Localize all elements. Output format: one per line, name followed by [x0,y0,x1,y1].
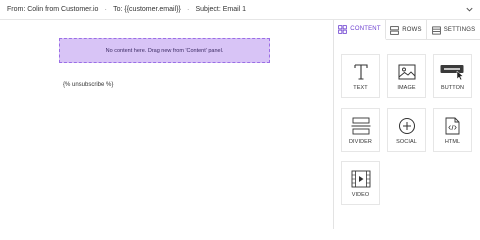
tab-rows[interactable]: ROWS [386,20,427,40]
button-icon [440,65,464,80]
block-html[interactable]: HTML [433,108,472,152]
text-icon [353,64,368,80]
block-label: BUTTON [440,85,465,91]
panel-tabs: CONTENT ROWS SETTINGS [334,20,480,40]
block-button[interactable]: BUTTON [433,54,472,98]
block-divider[interactable]: DIVIDER [341,108,380,152]
content-panel: CONTENT ROWS SETTINGS TEXT IMAGE BUTTON … [334,20,480,229]
block-label: SOCIAL [396,139,417,145]
email-canvas[interactable]: No content here. Drag new from 'Content'… [0,20,333,229]
video-icon [351,170,370,188]
block-text[interactable]: TEXT [341,54,380,98]
image-icon [398,64,415,80]
block-image[interactable]: IMAGE [387,54,426,98]
subject-field[interactable]: Subject: Email 1 [195,6,246,13]
tab-content[interactable]: CONTENT [334,20,386,40]
tab-settings-label: SETTINGS [443,27,476,33]
separator: · [186,4,190,14]
email-header-bar: From: Colin from Customer.io · To: {{cus… [0,0,480,20]
empty-dropzone[interactable]: No content here. Drag new from 'Content'… [59,38,270,63]
tab-content-label: CONTENT [350,26,381,32]
separator: · [104,4,108,14]
social-icon [398,118,415,134]
chevron-down-icon[interactable] [465,5,474,14]
block-social[interactable]: SOCIAL [387,108,426,152]
divider-icon [351,117,370,135]
block-label: VIDEO [351,192,370,198]
from-field[interactable]: From: Colin from Customer.io [7,6,98,13]
settings-icon [431,25,441,35]
to-field[interactable]: To: {{customer.email}} [113,6,181,13]
block-label: HTML [444,139,461,145]
rows-icon [390,25,400,35]
block-label: DIVIDER [348,139,372,145]
html-icon [445,117,460,135]
block-video[interactable]: VIDEO [341,161,380,205]
tab-settings[interactable]: SETTINGS [427,20,480,40]
block-label: TEXT [353,85,368,91]
block-label: IMAGE [397,85,416,91]
dropzone-message: No content here. Drag new from 'Content'… [105,47,224,54]
tab-rows-label: ROWS [402,27,422,33]
unsubscribe-placeholder[interactable]: {% unsubscribe %} [63,82,113,88]
grid-icon [338,24,348,34]
